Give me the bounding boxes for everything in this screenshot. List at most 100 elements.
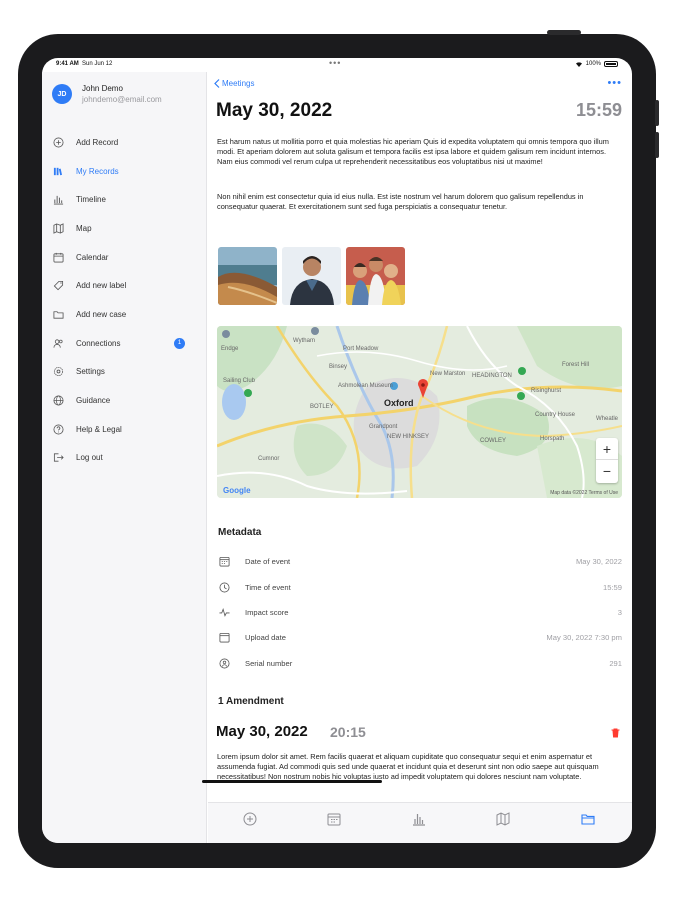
timeline-icon: [413, 814, 425, 826]
map-label-cowley: COWLEY: [480, 438, 507, 444]
more-button[interactable]: •••: [607, 77, 622, 89]
map-label-country-house: Country House: [535, 412, 576, 418]
people-icon: [52, 337, 64, 349]
status-time: 9:41 AM: [56, 61, 79, 67]
user-profile[interactable]: JD John Demo johndemo@email.com: [52, 84, 162, 106]
clock-icon: [217, 582, 231, 593]
sidebar-item-label: Add new label: [76, 281, 127, 291]
map-label-headington: HEADINGTON: [472, 373, 512, 379]
sidebar-item-my-records[interactable]: My Records: [42, 157, 207, 186]
metadata-key: Date of event: [245, 557, 291, 567]
metadata-row-impact: Impact score 3: [217, 600, 622, 625]
records-icon: [52, 165, 64, 177]
tab-map[interactable]: [495, 811, 511, 827]
sidebar-item-logout[interactable]: Log out: [42, 444, 207, 473]
sidebar-item-label: Help & Legal: [76, 424, 122, 434]
status-date: Sun Jun 12: [82, 61, 113, 67]
sidebar-item-label: Calendar: [76, 252, 109, 262]
back-label: Meetings: [222, 79, 255, 88]
record-detail: Meetings ••• May 30, 2022 15:59 Est haru…: [208, 72, 632, 843]
screen: 9:41 AM Sun Jun 12 ••• 100% JD John Demo…: [42, 58, 632, 843]
avatar[interactable]: JD: [52, 84, 72, 104]
map-label-lower-end: Endge: [221, 346, 239, 352]
map-pin-icon[interactable]: [417, 384, 429, 400]
serial-icon: [217, 658, 231, 669]
map-icon: [52, 222, 64, 234]
sidebar-item-timeline[interactable]: Timeline: [42, 185, 207, 214]
sidebar-item-label: Map: [76, 223, 92, 233]
map-label-grandpont: Grandpont: [369, 424, 398, 430]
connections-badge: 1: [174, 337, 185, 349]
sidebar-item-add-record[interactable]: Add Record: [42, 128, 207, 157]
record-paragraph-2: Non nihil enim est consectetur quia id e…: [217, 192, 584, 211]
metadata-key: Time of event: [245, 582, 291, 592]
amendment-date: May 30, 2022: [216, 723, 308, 740]
gear-icon: [52, 366, 64, 378]
sidebar-item-guidance[interactable]: Guidance: [42, 386, 207, 415]
calendar-icon: [217, 556, 231, 567]
map-zoom-control: + −: [596, 438, 618, 483]
map-label-risinghurst: Risinghurst: [531, 388, 562, 394]
photo-thumbnail-landscape[interactable]: [218, 247, 277, 305]
battery-percent: 100%: [585, 61, 601, 67]
photo-thumbnail-group[interactable]: [346, 247, 405, 305]
sidebar-item-map[interactable]: Map: [42, 214, 207, 243]
sidebar-item-help[interactable]: Help & Legal: [42, 415, 207, 444]
sidebar: JD John Demo johndemo@email.com Add Reco…: [42, 72, 207, 843]
sidebar-item-label: Guidance: [76, 396, 111, 406]
tab-calendar[interactable]: [326, 811, 342, 827]
metadata-heading: Metadata: [218, 527, 262, 538]
map-label-wytham: Wytham: [293, 338, 315, 344]
photo-strip: [218, 247, 405, 305]
sidebar-item-connections[interactable]: Connections 1: [42, 329, 207, 358]
metadata-key: Impact score: [245, 607, 289, 617]
metadata-value: 15:59: [602, 582, 622, 592]
metadata-row-time: Time of event 15:59: [217, 574, 622, 599]
sidebar-item-label: Timeline: [76, 195, 106, 205]
location-map[interactable]: Wytham Port Meadow Binsey Ashmolean Muse…: [217, 326, 622, 498]
tab-timeline[interactable]: [411, 811, 427, 827]
metadata-row-serial: Serial number 291: [217, 651, 622, 676]
upload-calendar-icon: [217, 632, 231, 643]
sidebar-item-add-label[interactable]: Add new label: [42, 271, 207, 300]
globe-icon: [52, 395, 64, 407]
metadata-value: 291: [609, 658, 622, 668]
metadata-value: May 30, 2022: [575, 557, 622, 567]
metadata-row-upload: Upload date May 30, 2022 7:30 pm: [217, 625, 622, 650]
home-indicator[interactable]: [202, 780, 382, 783]
metadata-value: May 30, 2022 7:30 pm: [546, 633, 622, 643]
zoom-out-button[interactable]: −: [596, 460, 618, 482]
sidebar-item-settings[interactable]: Settings: [42, 358, 207, 387]
sidebar-item-label: Add new case: [76, 309, 127, 319]
photo-thumbnail-portrait[interactable]: [282, 247, 341, 305]
sidebar-item-label: Connections: [76, 338, 121, 348]
back-button[interactable]: Meetings: [214, 79, 254, 88]
amendments-heading: 1 Amendment: [218, 696, 284, 707]
sidebar-item-label: My Records: [76, 166, 119, 176]
folder-icon: [52, 308, 64, 320]
volume-down-button: [655, 132, 659, 158]
status-right: 100%: [575, 61, 618, 67]
tab-add-record[interactable]: [242, 811, 258, 827]
tab-records[interactable]: [580, 811, 596, 827]
metadata-list: Date of event May 30, 2022 Time of event…: [217, 549, 622, 676]
user-name: John Demo: [82, 84, 123, 93]
sidebar-item-add-case[interactable]: Add new case: [42, 300, 207, 329]
user-email: johndemo@email.com: [82, 95, 162, 104]
zoom-in-button[interactable]: +: [596, 438, 618, 460]
map-legal[interactable]: Map data ©2022 Terms of Use: [550, 490, 618, 496]
metadata-key: Serial number: [245, 658, 293, 668]
sidebar-item-label: Log out: [76, 453, 103, 463]
metadata-row-date: Date of event May 30, 2022: [217, 549, 622, 574]
multitask-dots[interactable]: •••: [329, 58, 341, 68]
sidebar-item-calendar[interactable]: Calendar: [42, 243, 207, 272]
trash-icon[interactable]: [611, 728, 620, 738]
map-label-wheatley: Wheatle: [596, 416, 619, 422]
map-label-cumnor: Cumnor: [258, 456, 280, 462]
tag-icon: [52, 280, 64, 292]
map-label-new-hinksey: NEW HINKSEY: [387, 434, 430, 440]
chevron-left-icon: [214, 79, 220, 88]
map-label-botley: BOTLEY: [310, 404, 334, 410]
timeline-icon: [52, 194, 64, 206]
calendar-icon: [52, 251, 64, 263]
